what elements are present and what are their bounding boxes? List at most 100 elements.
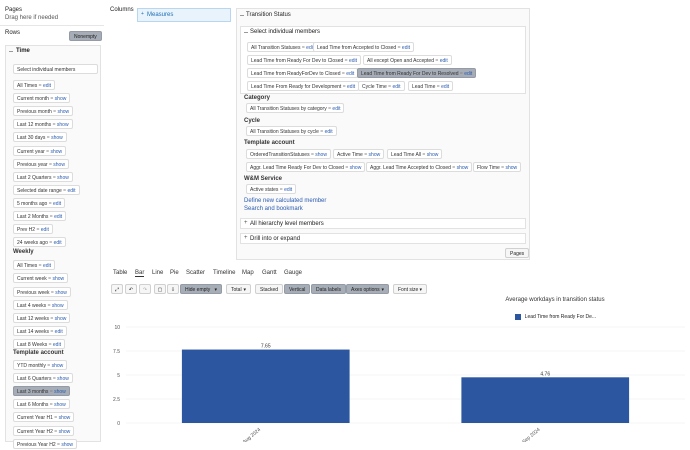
edit-link[interactable]: edit [349, 58, 357, 64]
show-link[interactable]: show [51, 149, 63, 155]
show-link[interactable]: show [57, 122, 69, 128]
fullscreen-button[interactable]: ⤢ [111, 284, 123, 294]
tab-scatter[interactable]: Scatter [186, 270, 205, 276]
comment-button[interactable]: ▢ [154, 284, 166, 294]
tab-table[interactable]: Table [113, 270, 127, 276]
show-link[interactable]: show [53, 162, 65, 168]
show-link[interactable]: show [505, 165, 517, 171]
show-link[interactable]: show [54, 402, 66, 408]
show-link[interactable]: show [457, 165, 469, 171]
transition-member-chip[interactable]: Lead Time From Ready for Development = e… [247, 81, 360, 91]
template-member-chip[interactable]: Last 3 months = show [13, 386, 70, 397]
edit-link[interactable]: edit [332, 106, 340, 112]
transition-member-chip[interactable]: Lead Time from ReadyForDev to Closed = e… [247, 68, 359, 78]
show-link[interactable]: show [315, 152, 327, 158]
edit-link[interactable]: edit [325, 129, 333, 135]
template-member-chip[interactable]: OrderedTransitionStatuses = show [246, 149, 331, 159]
bar[interactable] [181, 349, 350, 423]
template-member-chip[interactable]: Last 6 Quarters = show [13, 373, 73, 384]
collapse-icon[interactable] [244, 32, 248, 33]
edit-link[interactable]: edit [54, 240, 62, 246]
tab-line[interactable]: Line [152, 270, 163, 276]
edit-link[interactable]: edit [67, 188, 75, 194]
show-link[interactable]: show [59, 429, 71, 435]
show-link[interactable]: show [57, 109, 69, 115]
time-member-chip[interactable]: 5 months ago = edit [13, 197, 66, 208]
edit-link[interactable]: edit [43, 263, 51, 269]
show-link[interactable]: show [54, 389, 66, 395]
weekly-member-chip[interactable]: Last 14 weeks = edit [13, 325, 67, 336]
total-dropdown[interactable]: Total ▾ [226, 284, 251, 294]
template-member-chip[interactable]: Lead Time All = show [387, 149, 443, 159]
time-member-chip[interactable]: 24 weeks ago = edit [13, 237, 66, 248]
axes-options-dropdown[interactable]: Axes options ▾ [346, 284, 389, 294]
redo-button[interactable]: ↷ [139, 284, 151, 294]
download-button[interactable]: ⇩ [167, 284, 179, 294]
edit-link[interactable]: edit [55, 329, 63, 335]
time-member-chip[interactable]: Prev H2 = edit [13, 224, 53, 235]
hierarchy-section[interactable]: + All hierarchy level members [240, 218, 526, 229]
hide-empty-dropdown[interactable]: Hide empty ▾ [180, 284, 222, 294]
template-member-chip[interactable]: Flow Time = show [473, 162, 522, 172]
show-link[interactable]: show [59, 415, 71, 421]
transition-member-chip[interactable]: Cycle Time = edit [358, 81, 405, 91]
template-member-chip[interactable]: Aggr. Lead Time Accepted to Closed = sho… [366, 162, 473, 172]
show-link[interactable]: show [52, 363, 64, 369]
weekly-member-chip[interactable]: Current week = show [13, 273, 69, 284]
time-member-chip[interactable]: Previous year = show [13, 158, 69, 169]
show-link[interactable]: show [427, 152, 439, 158]
show-link[interactable]: show [350, 165, 362, 171]
show-link[interactable]: show [52, 303, 64, 309]
show-link[interactable]: show [52, 276, 64, 282]
time-member-chip[interactable]: Current year = show [13, 145, 67, 156]
weekly-member-chip[interactable]: Last 8 Weeks = edit [13, 338, 65, 349]
tab-gantt[interactable]: Gantt [262, 270, 277, 276]
tab-map[interactable]: Map [242, 270, 254, 276]
weekly-member-chip[interactable]: All Times = edit [13, 260, 56, 271]
template-member-chip[interactable]: YTD monthly = show [13, 360, 68, 370]
transition-member-chip[interactable]: All Transition Statuses = edit [247, 42, 319, 52]
drill-section[interactable]: + Drill into or expand [240, 233, 526, 244]
edit-link[interactable]: edit [440, 58, 448, 64]
transition-member-chip[interactable]: Lead Time from Accepted to Closed = edit [313, 42, 414, 52]
time-member-chip[interactable]: Selected date range = edit [13, 184, 80, 195]
show-link[interactable]: show [55, 96, 67, 102]
remove-icon[interactable] [9, 51, 13, 52]
transition-member-chip[interactable]: Lead Time from Ready For Dev to Closed =… [247, 55, 362, 65]
search-bookmark-link[interactable]: Search and bookmark [244, 206, 303, 212]
tab-gauge[interactable]: Gauge [284, 270, 302, 276]
template-member-chip[interactable]: Current Year H1 = show [13, 412, 75, 423]
category-member-chip[interactable]: All Transition Statuses by category = ed… [246, 103, 345, 113]
font-size-dropdown[interactable]: Font size ▾ [393, 284, 427, 294]
show-link[interactable]: show [55, 290, 67, 296]
weekly-member-chip[interactable]: Last 12 weeks = show [13, 312, 71, 323]
edit-link[interactable]: edit [392, 84, 400, 90]
edit-link[interactable]: edit [441, 84, 449, 90]
pages-button[interactable]: Pages [505, 248, 530, 258]
transition-member-chip[interactable]: Lead Time = edit [408, 81, 454, 91]
data-labels-toggle[interactable]: Data labels [311, 284, 347, 294]
template-member-chip[interactable]: Current Year H2 = show [13, 425, 75, 436]
tab-pie[interactable]: Pie [170, 270, 179, 276]
remove-icon[interactable] [240, 15, 244, 16]
edit-link[interactable]: edit [346, 71, 354, 77]
bar[interactable] [461, 377, 630, 423]
time-member-chip[interactable]: Previous month = show [13, 106, 74, 117]
edit-link[interactable]: edit [464, 71, 472, 77]
define-calculated-member-link[interactable]: Define new calculated member [244, 198, 326, 204]
undo-button[interactable]: ↶ [125, 284, 137, 294]
time-select-individual[interactable]: Select individual members [13, 64, 98, 74]
time-member-chip[interactable]: Current month = show [13, 93, 71, 104]
edit-link[interactable]: edit [347, 84, 355, 90]
time-member-chip[interactable]: Last 12 months = show [13, 119, 73, 130]
show-link[interactable]: show [57, 175, 69, 181]
tab-bar[interactable]: Bar [135, 270, 145, 277]
measures-dimension[interactable]: + Measures [137, 8, 231, 22]
time-member-chip[interactable]: Last 2 Months = edit [13, 211, 67, 221]
nonempty-button[interactable]: Nonempty [69, 31, 102, 41]
show-link[interactable]: show [61, 442, 73, 448]
edit-link[interactable]: edit [402, 45, 410, 51]
vertical-toggle[interactable]: Vertical [284, 284, 311, 294]
edit-link[interactable]: edit [53, 201, 61, 207]
show-link[interactable]: show [55, 316, 67, 322]
